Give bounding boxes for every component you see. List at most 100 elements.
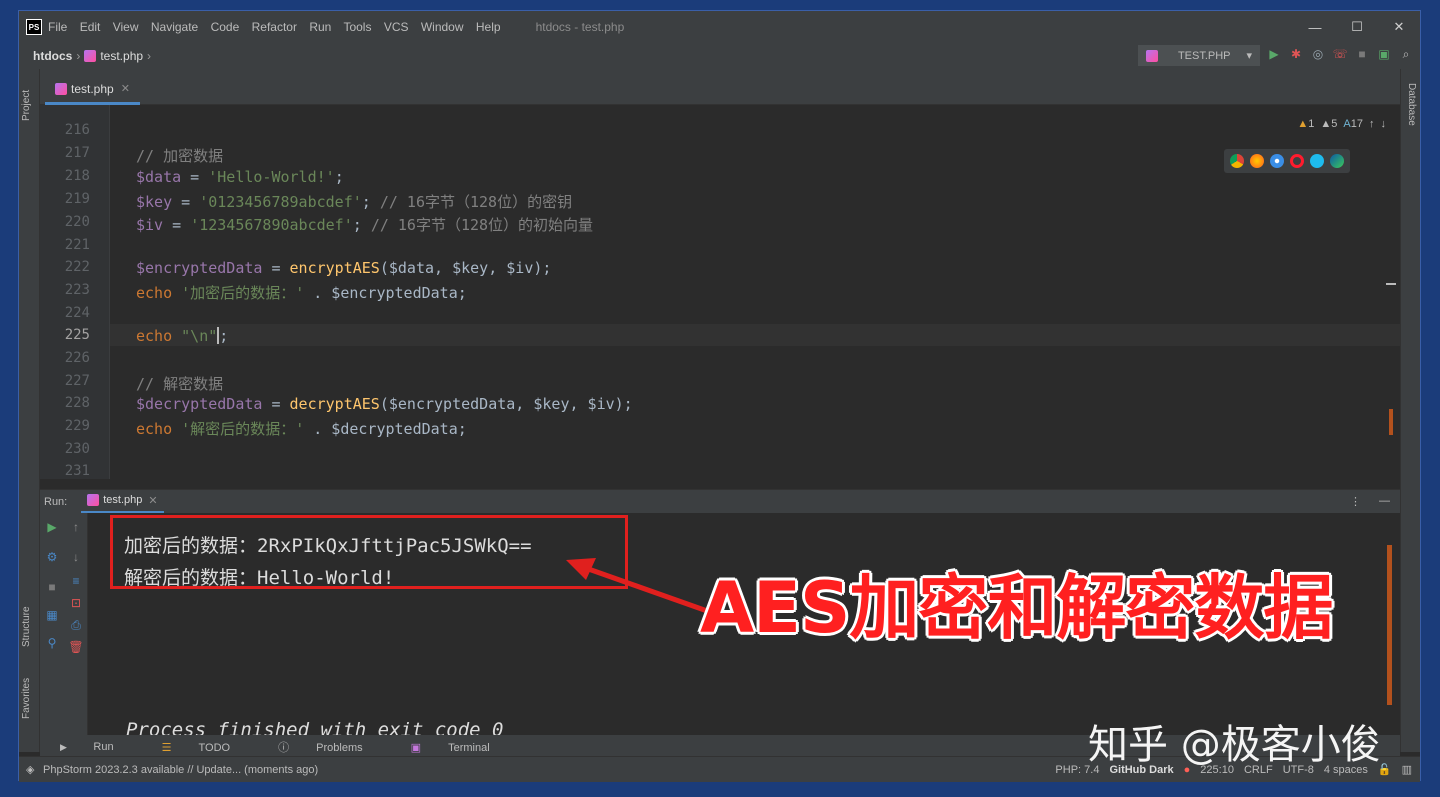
- menu-window[interactable]: Window: [421, 20, 464, 34]
- code-token: '加密后的数据：': [181, 284, 305, 302]
- line-number: 223: [64, 282, 90, 298]
- opera-icon[interactable]: [1290, 154, 1304, 168]
- code-token: . $decryptedData;: [304, 420, 467, 438]
- more-options-icon[interactable]: ⋮: [1350, 495, 1361, 508]
- soft-wrap-icon[interactable]: ≡: [68, 573, 84, 589]
- scrollbar-thumb[interactable]: [1389, 409, 1393, 435]
- warning-count[interactable]: ▲1: [1297, 118, 1314, 130]
- previous-highlight-icon[interactable]: ↑: [1369, 118, 1375, 130]
- phpstorm-logo-icon: PS: [26, 19, 42, 35]
- favorites-tool-tab[interactable]: Favorites: [21, 678, 32, 719]
- tool-tab-label: Run: [93, 741, 114, 753]
- menu-code[interactable]: Code: [211, 20, 240, 34]
- minimize-button[interactable]: —: [1294, 11, 1336, 43]
- chevron-right-icon: ›: [147, 49, 152, 63]
- status-message[interactable]: PhpStorm 2023.2.3 available // Update...…: [43, 764, 318, 776]
- ie-icon[interactable]: [1310, 154, 1324, 168]
- close-tab-icon[interactable]: ✕: [148, 494, 157, 507]
- safari-icon[interactable]: [1270, 154, 1284, 168]
- code-token: '解密后的数据：': [181, 420, 305, 438]
- menu-view[interactable]: View: [113, 20, 139, 34]
- menu-bar: File Edit View Navigate Code Refactor Ru…: [48, 20, 510, 34]
- line-number: 221: [64, 237, 90, 253]
- console-scrollbar-thumb[interactable]: [1387, 545, 1392, 705]
- typo-count[interactable]: A17: [1343, 118, 1363, 130]
- print-icon[interactable]: ⎙: [68, 617, 84, 633]
- trash-icon[interactable]: 🗑: [68, 639, 84, 655]
- tab-test-php[interactable]: test.php ✕: [45, 75, 140, 105]
- line-number: 224: [64, 305, 90, 321]
- breadcrumb-project[interactable]: htdocs: [33, 49, 72, 63]
- tab-label: test.php: [71, 81, 114, 96]
- firefox-icon[interactable]: [1250, 154, 1264, 168]
- maximize-button[interactable]: ☐: [1336, 11, 1378, 43]
- rerun-icon[interactable]: ▶: [44, 519, 60, 535]
- menu-edit[interactable]: Edit: [80, 20, 101, 34]
- memory-indicator-icon[interactable]: ▥: [1402, 763, 1412, 776]
- output-line: 解密后的数据：Hello-World!: [124, 567, 395, 589]
- menu-refactor[interactable]: Refactor: [252, 20, 297, 34]
- menu-vcs[interactable]: VCS: [384, 20, 409, 34]
- typo-count-label: 17: [1350, 118, 1363, 130]
- weak-warning-count[interactable]: ▲5: [1320, 118, 1337, 130]
- code-line: $key = '0123456789abcdef'; // 16字节（128位）…: [136, 193, 573, 211]
- menu-run[interactable]: Run: [309, 20, 331, 34]
- title-bar: PS File Edit View Navigate Code Refactor…: [19, 11, 1420, 43]
- close-window-button[interactable]: ✕: [1378, 11, 1420, 43]
- code-token: '0123456789abcdef': [199, 193, 362, 211]
- hide-panel-icon[interactable]: —: [1379, 495, 1390, 508]
- search-icon[interactable]: ⌕: [1398, 47, 1414, 62]
- tool-tab-run[interactable]: ▶ Run: [50, 741, 128, 753]
- watermark: 知乎 @极客小俊: [1088, 722, 1381, 768]
- code-line: // 解密数据: [136, 375, 224, 393]
- tool-tab-terminal[interactable]: ▣ Terminal: [401, 741, 504, 754]
- tool-tab-label: Problems: [316, 742, 363, 754]
- stop-icon[interactable]: ■: [1354, 47, 1370, 62]
- project-tool-tab[interactable]: Project: [21, 90, 32, 121]
- listen-debug-icon[interactable]: ☏: [1332, 47, 1348, 62]
- line-number: 226: [64, 350, 90, 366]
- error-stripe-mark[interactable]: [1386, 283, 1396, 285]
- run-tab-test-php[interactable]: test.php ✕: [81, 490, 164, 514]
- tool-tab-problems[interactable]: ⓘ Problems: [268, 739, 377, 755]
- php-file-icon: [55, 82, 67, 95]
- code-token: echo: [136, 420, 173, 438]
- tool-tab-label: TODO: [198, 741, 231, 754]
- code-line: $iv = '1234567890abcdef'; // 16字节（128位）的…: [136, 216, 594, 234]
- menu-help[interactable]: Help: [476, 20, 501, 34]
- right-tool-strip: Database: [1400, 69, 1420, 752]
- chrome-icon[interactable]: [1230, 154, 1244, 168]
- menu-navigate[interactable]: Navigate: [151, 20, 198, 34]
- close-tab-icon[interactable]: ✕: [121, 82, 130, 95]
- line-number: 219: [64, 191, 90, 207]
- arrow-up-icon[interactable]: ↑: [68, 519, 84, 535]
- database-tool-tab[interactable]: Database: [1406, 83, 1417, 126]
- menu-tools[interactable]: Tools: [343, 20, 371, 34]
- inspection-widget[interactable]: ▲1 ▲5 A17 ↑ ↓: [1297, 118, 1386, 130]
- structure-tool-tab[interactable]: Structure: [21, 606, 32, 647]
- code-line: $encryptedData = encryptAES($data, $key,…: [136, 259, 552, 277]
- arrow-down-icon[interactable]: ↓: [68, 549, 84, 565]
- layout-icon[interactable]: ▦: [44, 607, 60, 623]
- code-token: decryptAES: [289, 395, 380, 413]
- run-icon[interactable]: ▶: [1266, 47, 1282, 62]
- settings-icon[interactable]: ⚙: [44, 549, 60, 565]
- run-configuration-select[interactable]: TEST.PHP ▾: [1138, 45, 1260, 66]
- navigation-bar: htdocs › test.php › TEST.PHP ▾ ▶ ✱ ◎ ☏ ■…: [19, 43, 1420, 69]
- edge-icon[interactable]: [1330, 154, 1344, 168]
- run-panel-label: Run:: [44, 495, 68, 508]
- debug-icon[interactable]: ✱: [1288, 47, 1304, 62]
- profile-icon[interactable]: ◎: [1310, 47, 1326, 62]
- tool-tab-todo[interactable]: ☰ TODO: [152, 741, 245, 754]
- stop-icon[interactable]: ■: [44, 579, 60, 595]
- next-highlight-icon[interactable]: ↓: [1381, 118, 1387, 130]
- scroll-to-end-icon[interactable]: ⊡: [68, 595, 84, 611]
- terminal-icon[interactable]: ▣: [1376, 47, 1392, 62]
- run-panel-controls: ⋮ —: [1350, 495, 1390, 508]
- code-editor[interactable]: 216 217 218 219 220 221 222 223 224 225 …: [40, 105, 1400, 479]
- line-number: 231: [64, 463, 90, 479]
- pin-icon[interactable]: ⚲: [44, 635, 60, 651]
- menu-file[interactable]: File: [48, 20, 67, 34]
- tool-tab-label: Terminal: [448, 741, 490, 754]
- breadcrumb-file[interactable]: test.php: [100, 49, 143, 63]
